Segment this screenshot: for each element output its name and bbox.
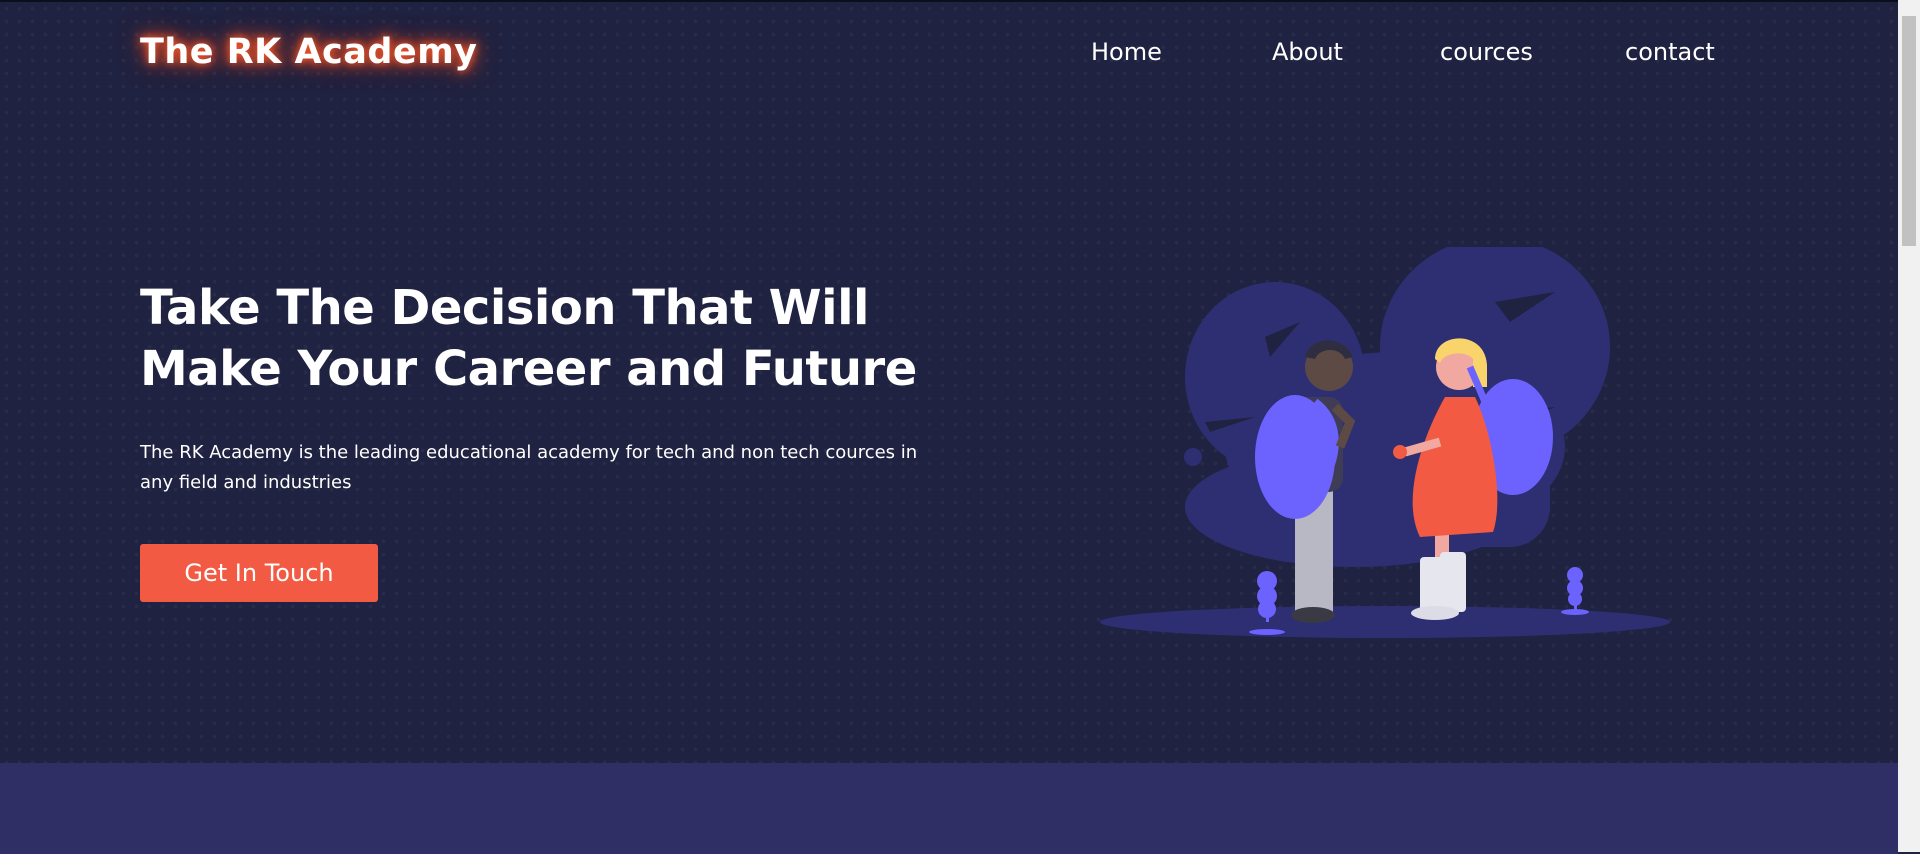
vertical-scrollbar[interactable] — [1898, 0, 1920, 852]
nav-link-home[interactable]: Home — [1091, 38, 1162, 66]
scrollbar-thumb[interactable] — [1902, 16, 1916, 246]
students-with-backpacks-illustration — [1100, 247, 1670, 638]
nav-link-contact[interactable]: contact — [1625, 38, 1715, 66]
hero-headline: Take The Decision That Will Make Your Ca… — [140, 280, 917, 397]
nav-link-cources[interactable]: cources — [1440, 38, 1533, 66]
main-nav: Home About cources contact — [0, 38, 1898, 70]
nav-link-about[interactable]: About — [1272, 38, 1343, 66]
page: The RK Academy Home About cources contac… — [0, 0, 1898, 854]
next-section-band — [0, 763, 1898, 854]
get-in-touch-button[interactable]: Get In Touch — [140, 544, 378, 602]
hero-description: The RK Academy is the leading educationa… — [140, 442, 918, 493]
